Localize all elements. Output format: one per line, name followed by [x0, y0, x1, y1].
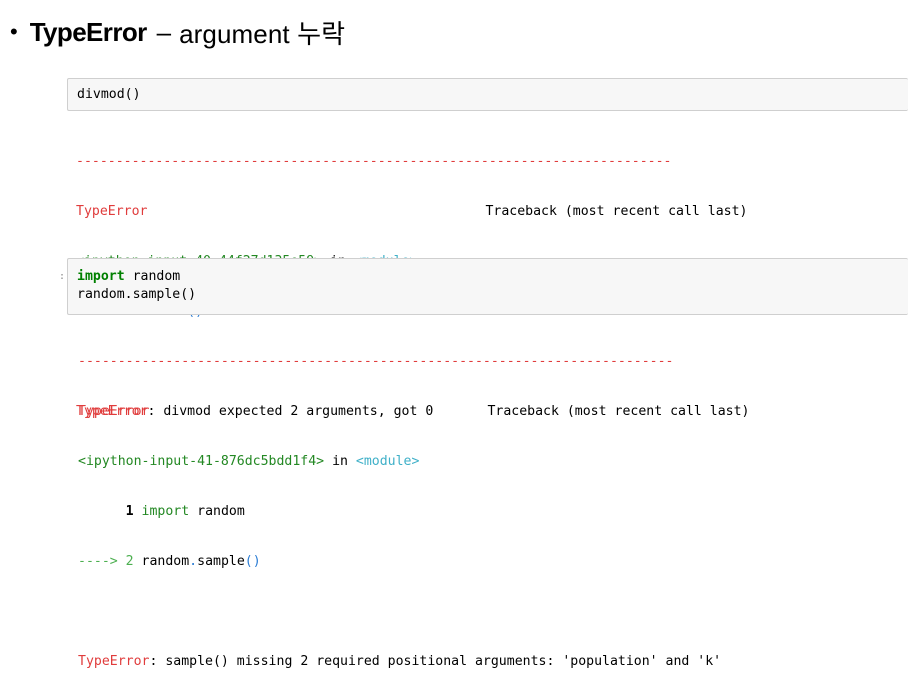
heading-error-name: TypeError: [29, 16, 148, 47]
code-cell-2-output: ----------------------------------------…: [78, 322, 749, 687]
traceback-arrow-line: ----> 2 random.sample(): [78, 554, 261, 569]
traceback-separator: ----------------------------------------…: [78, 354, 674, 369]
bullet-icon: •: [10, 19, 18, 44]
error-name: TypeError: [78, 404, 150, 419]
error-message: TypeError: sample() missing 2 required p…: [78, 654, 722, 669]
cell-prompt-mark: :: [59, 271, 66, 282]
code-line: import random: [77, 269, 181, 284]
heading-description: argument 누락: [179, 18, 346, 49]
traceback-header: TypeError Traceback (most recent call las…: [78, 402, 749, 422]
traceback-header: TypeError Traceback (most recent call las…: [76, 202, 747, 222]
error-name: TypeError: [76, 204, 148, 219]
code-cell-1-input[interactable]: divmod(): [67, 78, 908, 111]
traceback-location: <ipython-input-41-876dc5bdd1f4> in <modu…: [78, 454, 420, 469]
code-cell-2-input[interactable]: : import random random.sample(): [59, 258, 908, 315]
input-ref: <ipython-input-41-876dc5bdd1f4>: [78, 454, 325, 469]
traceback-label: Traceback (most recent call last): [487, 404, 750, 419]
code-line: divmod(): [77, 87, 141, 102]
module-ref: <module>: [355, 454, 420, 469]
heading-dash: –: [156, 16, 172, 47]
traceback-separator: ----------------------------------------…: [76, 154, 672, 169]
traceback-context-line: 1 import random: [125, 504, 245, 519]
code-line: random.sample(): [77, 287, 197, 302]
traceback-label: Traceback (most recent call last): [485, 204, 748, 219]
slide-heading: • TypeError – argument 누락: [10, 12, 345, 52]
